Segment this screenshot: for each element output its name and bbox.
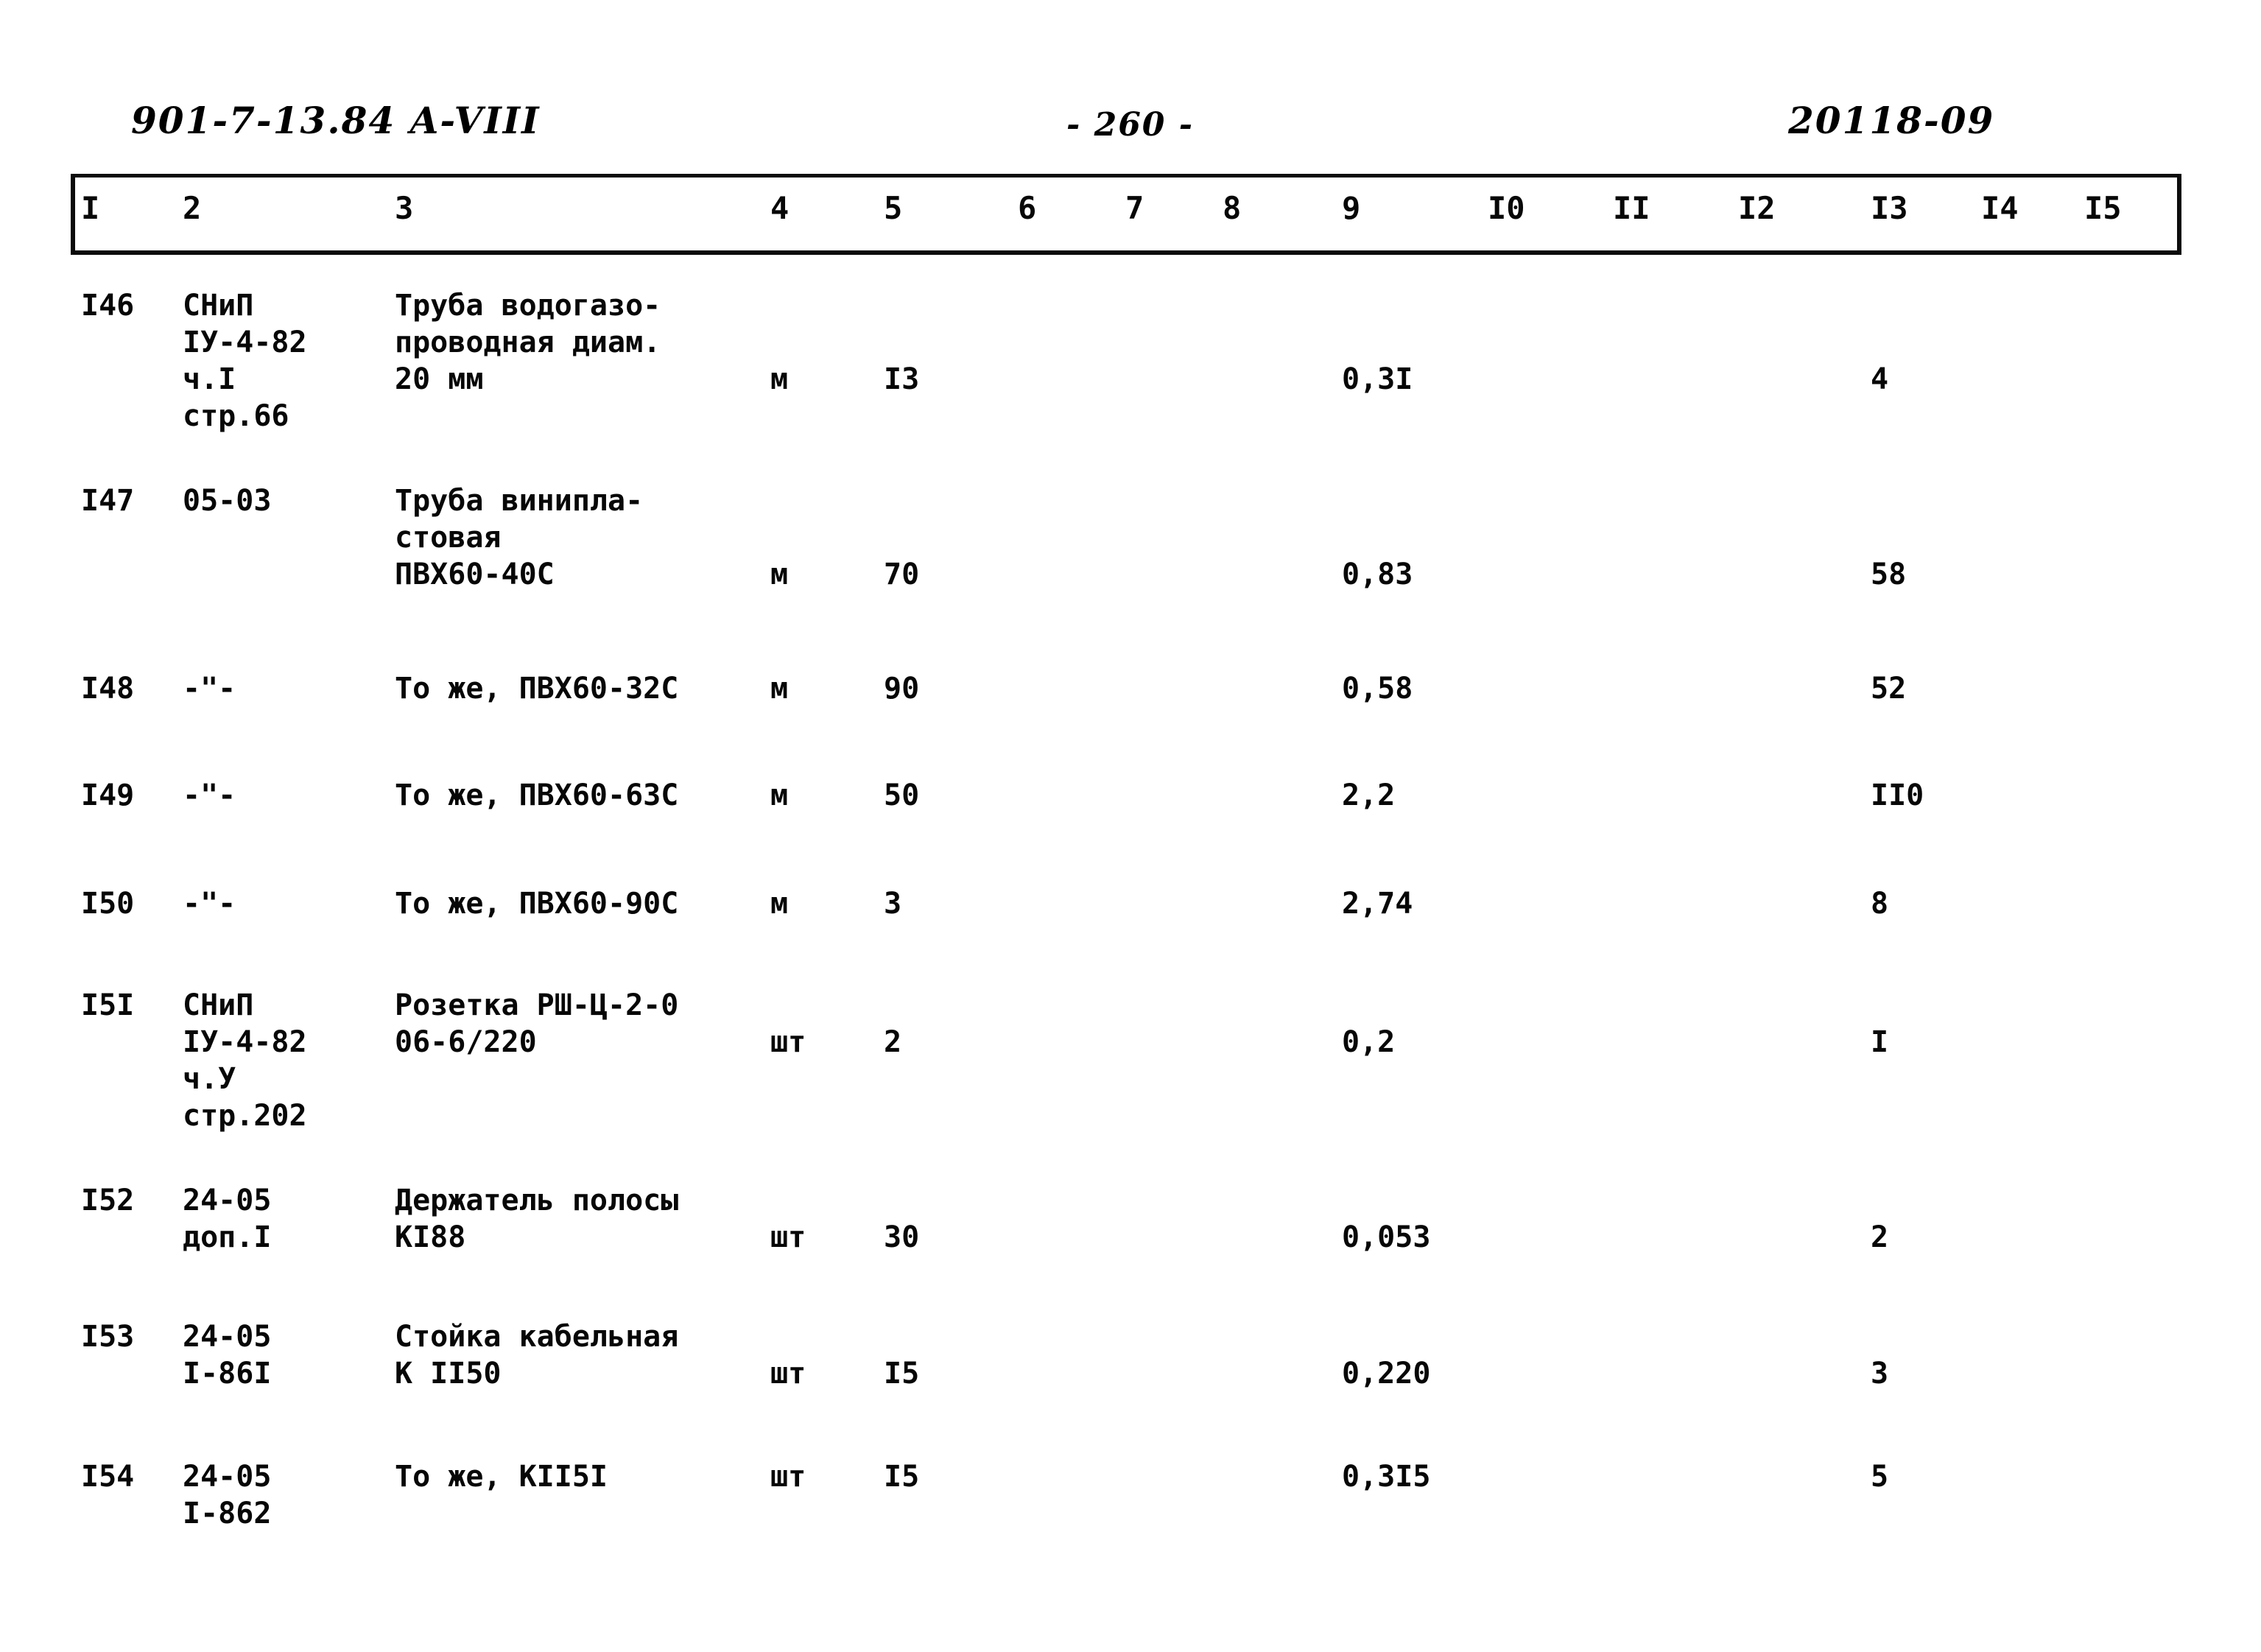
row-position-number: I50 <box>81 887 135 921</box>
row-total-weight: 4 <box>1871 362 1889 396</box>
page-number: - 260 - <box>1066 106 1195 144</box>
row-norm-reference: 24-05 I-862 <box>183 1460 272 1530</box>
row-unit: шт <box>770 1220 806 1254</box>
row-quantity: I5 <box>884 1460 920 1494</box>
column-header-7: 7 <box>1125 190 1144 226</box>
row-position-number: I48 <box>81 672 135 706</box>
row-unit: м <box>770 887 789 921</box>
row-material-name: То же, КII5I <box>395 1460 608 1494</box>
row-unit-weight: 0,3I <box>1342 362 1413 396</box>
row-position-number: I53 <box>81 1320 135 1354</box>
row-total-weight: I <box>1871 1025 1889 1059</box>
row-total-weight: 8 <box>1871 887 1889 921</box>
table-right-edge <box>2177 174 2181 250</box>
column-header-12: I2 <box>1738 190 1776 226</box>
column-header-9: 9 <box>1342 190 1361 226</box>
row-position-number: I49 <box>81 778 135 812</box>
column-header-6: 6 <box>1018 190 1037 226</box>
column-header-8: 8 <box>1223 190 1242 226</box>
row-position-number: I46 <box>81 289 135 323</box>
row-quantity: I5 <box>884 1357 920 1391</box>
row-material-name: Труба водогазо- проводная диам. 20 мм <box>395 289 661 396</box>
row-unit-weight: 0,3I5 <box>1342 1460 1431 1494</box>
row-material-name: Розетка РШ-Ц-2-0 06-6/220 <box>395 988 679 1059</box>
column-header-11: II <box>1613 190 1650 226</box>
row-unit-weight: 0,58 <box>1342 672 1413 706</box>
row-quantity: I3 <box>884 362 920 396</box>
row-material-name: Держатель полосы КI88 <box>395 1184 679 1254</box>
row-quantity: 50 <box>884 778 920 812</box>
row-position-number: I54 <box>81 1460 135 1494</box>
row-unit: м <box>770 558 789 591</box>
row-unit: м <box>770 362 789 396</box>
column-header-10: I0 <box>1488 190 1525 226</box>
column-header-3: 3 <box>395 190 414 226</box>
row-norm-reference: СНиП IУ-4-82 ч.I стр.66 <box>183 289 307 433</box>
page-header: 901-7-13.84 A-VIII - 260 - 20118-09 <box>0 94 2261 161</box>
row-quantity: 70 <box>884 558 920 591</box>
row-material-name: То же, ПВХ60-32С <box>395 672 679 706</box>
row-unit-weight: 0,220 <box>1342 1357 1431 1391</box>
row-norm-reference: 24-05 доп.I <box>183 1184 272 1254</box>
row-norm-reference: 24-05 I-86I <box>183 1320 272 1391</box>
row-material-name: Труба винипла- стовая ПВХ60-40С <box>395 484 644 591</box>
row-total-weight: 2 <box>1871 1220 1889 1254</box>
document-page: 901-7-13.84 A-VIII - 260 - 20118-09 I234… <box>0 0 2261 1652</box>
row-material-name: То же, ПВХ60-63С <box>395 778 679 812</box>
column-header-14: I4 <box>1981 190 2019 226</box>
header-project-code: 901-7-13.84 A-VIII <box>131 99 541 142</box>
row-unit-weight: 2,2 <box>1342 778 1396 812</box>
column-header-5: 5 <box>884 190 903 226</box>
row-unit-weight: 0,83 <box>1342 558 1413 591</box>
row-norm-reference: 05-03 <box>183 484 272 518</box>
row-unit: шт <box>770 1357 806 1391</box>
row-quantity: 30 <box>884 1220 920 1254</box>
row-unit-weight: 0,2 <box>1342 1025 1396 1059</box>
row-total-weight: 3 <box>1871 1357 1889 1391</box>
row-total-weight: 58 <box>1871 558 1907 591</box>
row-norm-reference: -"- <box>183 778 236 812</box>
row-total-weight: II0 <box>1871 778 1924 812</box>
row-total-weight: 5 <box>1871 1460 1889 1494</box>
row-position-number: I52 <box>81 1184 135 1217</box>
row-material-name: Стойка кабельная К II50 <box>395 1320 679 1391</box>
header-drawing-code: 20118-09 <box>1788 99 1995 142</box>
row-norm-reference: СНиП IУ-4-82 ч.У стр.202 <box>183 988 307 1133</box>
table-left-edge <box>71 174 75 250</box>
row-quantity: 2 <box>884 1025 902 1059</box>
row-quantity: 3 <box>884 887 902 921</box>
table-body: I46 СНиП IУ-4-82 ч.I стр.66 Труба водогазо… <box>0 250 2261 1650</box>
row-unit: м <box>770 778 789 812</box>
row-norm-reference: -"- <box>183 672 236 706</box>
row-position-number: I5I <box>81 988 135 1022</box>
column-header-4: 4 <box>770 190 790 226</box>
column-header-13: I3 <box>1871 190 1908 226</box>
row-material-name: То же, ПВХ60-90С <box>395 887 679 921</box>
row-total-weight: 52 <box>1871 672 1907 706</box>
column-header-15: I5 <box>2084 190 2122 226</box>
row-unit-weight: 0,053 <box>1342 1220 1431 1254</box>
column-header-2: 2 <box>183 190 202 226</box>
table-top-rule <box>71 174 2181 177</box>
row-unit: м <box>770 672 789 706</box>
row-unit-weight: 2,74 <box>1342 887 1413 921</box>
row-norm-reference: -"- <box>183 887 236 921</box>
row-unit: шт <box>770 1460 806 1494</box>
row-position-number: I47 <box>81 484 135 518</box>
column-header-1: I <box>81 190 100 226</box>
row-unit: шт <box>770 1025 806 1059</box>
row-quantity: 90 <box>884 672 920 706</box>
